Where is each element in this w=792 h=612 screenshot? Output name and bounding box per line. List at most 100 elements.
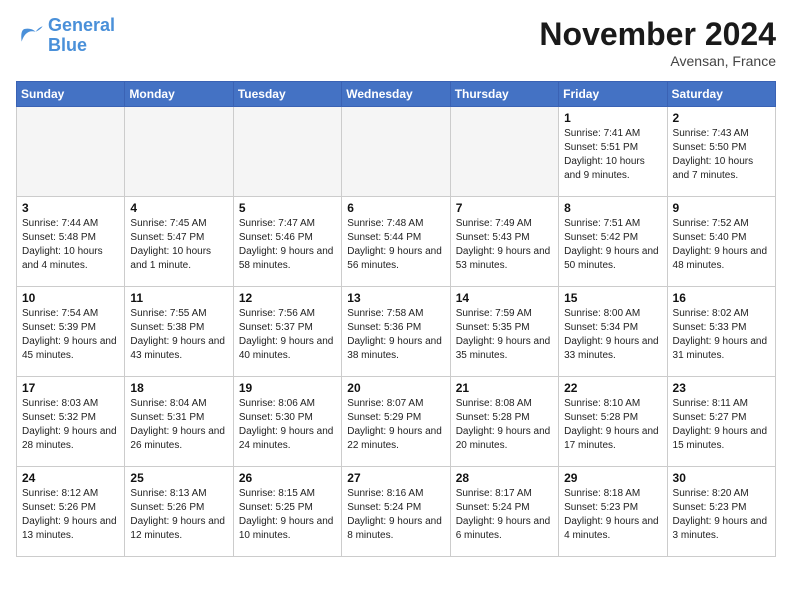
- day-number: 29: [564, 471, 661, 485]
- calendar-cell: 5 Sunrise: 7:47 AM Sunset: 5:46 PM Daylig…: [233, 197, 341, 287]
- calendar-cell: 17 Sunrise: 8:03 AM Sunset: 5:32 PM Dayli…: [17, 377, 125, 467]
- day-number: 20: [347, 381, 444, 395]
- day-info: Sunrise: 7:43 AM Sunset: 5:50 PM Dayligh…: [673, 127, 770, 183]
- logo-line2: Blue: [48, 35, 87, 55]
- calendar-week-row: 1 Sunrise: 7:41 AM Sunset: 5:51 PM Daylig…: [17, 107, 776, 197]
- day-number: 12: [239, 291, 336, 305]
- day-info: Sunrise: 8:10 AM Sunset: 5:28 PM Dayligh…: [564, 397, 661, 453]
- day-info: Sunrise: 8:11 AM Sunset: 5:27 PM Dayligh…: [673, 397, 770, 453]
- calendar-cell: 23Sunrise: 8:11 AM Sunset: 5:27 PM Dayli…: [667, 377, 775, 467]
- weekday-header-cell: Wednesday: [342, 82, 450, 107]
- day-info: Sunrise: 7:52 AM Sunset: 5:40 PM Dayligh…: [673, 217, 770, 273]
- weekday-header-cell: Saturday: [667, 82, 775, 107]
- day-number: 24: [22, 471, 119, 485]
- calendar-cell: 10 Sunrise: 7:54 AM Sunset: 5:39 PM Dayli…: [17, 287, 125, 377]
- page-header: General Blue November 2024 Avensan, Fran…: [16, 16, 776, 69]
- calendar-week-row: 3Sunrise: 7:44 AM Sunset: 5:48 PM Daylig…: [17, 197, 776, 287]
- calendar-cell: 30Sunrise: 8:20 AM Sunset: 5:23 PM Dayli…: [667, 467, 775, 557]
- day-info: Sunrise: 7:51 AM Sunset: 5:42 PM Dayligh…: [564, 217, 661, 273]
- day-number: 6: [347, 201, 444, 215]
- calendar-week-row: 24 Sunrise: 8:12 AM Sunset: 5:26 PM Dayli…: [17, 467, 776, 557]
- day-info: Sunrise: 8:16 AM Sunset: 5:24 PM Dayligh…: [347, 487, 444, 543]
- month-title: November 2024: [539, 16, 776, 53]
- calendar-body: 1 Sunrise: 7:41 AM Sunset: 5:51 PM Daylig…: [17, 107, 776, 557]
- calendar-cell: 2 Sunrise: 7:43 AM Sunset: 5:50 PM Daylig…: [667, 107, 775, 197]
- day-info: Sunrise: 7:47 AM Sunset: 5:46 PM Dayligh…: [239, 217, 336, 273]
- calendar-cell: 1 Sunrise: 7:41 AM Sunset: 5:51 PM Daylig…: [559, 107, 667, 197]
- day-info: Sunrise: 7:41 AM Sunset: 5:51 PM Dayligh…: [564, 127, 661, 183]
- day-info: Sunrise: 8:18 AM Sunset: 5:23 PM Dayligh…: [564, 487, 661, 543]
- day-info: Sunrise: 7:48 AM Sunset: 5:44 PM Dayligh…: [347, 217, 444, 273]
- day-number: 30: [673, 471, 770, 485]
- calendar-cell: 21 Sunrise: 8:08 AM Sunset: 5:28 PM Dayli…: [450, 377, 558, 467]
- logo-icon: [16, 22, 44, 50]
- day-number: 21: [456, 381, 553, 395]
- calendar-cell: [125, 107, 233, 197]
- day-number: 18: [130, 381, 227, 395]
- calendar-cell: 15 Sunrise: 8:00 AM Sunset: 5:34 PM Dayli…: [559, 287, 667, 377]
- calendar-cell: 18 Sunrise: 8:04 AM Sunset: 5:31 PM Dayli…: [125, 377, 233, 467]
- calendar-cell: 25 Sunrise: 8:13 AM Sunset: 5:26 PM Dayli…: [125, 467, 233, 557]
- calendar-week-row: 10 Sunrise: 7:54 AM Sunset: 5:39 PM Dayli…: [17, 287, 776, 377]
- calendar-cell: 8 Sunrise: 7:51 AM Sunset: 5:42 PM Daylig…: [559, 197, 667, 287]
- day-number: 19: [239, 381, 336, 395]
- day-number: 15: [564, 291, 661, 305]
- day-info: Sunrise: 8:04 AM Sunset: 5:31 PM Dayligh…: [130, 397, 227, 453]
- day-number: 3: [22, 201, 119, 215]
- day-number: 16: [673, 291, 770, 305]
- calendar-cell: 26 Sunrise: 8:15 AM Sunset: 5:25 PM Dayli…: [233, 467, 341, 557]
- calendar-cell: 29 Sunrise: 8:18 AM Sunset: 5:23 PM Dayli…: [559, 467, 667, 557]
- day-number: 11: [130, 291, 227, 305]
- weekday-header-row: SundayMondayTuesdayWednesdayThursdayFrid…: [17, 82, 776, 107]
- calendar-table: SundayMondayTuesdayWednesdayThursdayFrid…: [16, 81, 776, 557]
- day-number: 13: [347, 291, 444, 305]
- day-info: Sunrise: 7:59 AM Sunset: 5:35 PM Dayligh…: [456, 307, 553, 363]
- day-number: 25: [130, 471, 227, 485]
- day-number: 9: [673, 201, 770, 215]
- day-info: Sunrise: 8:12 AM Sunset: 5:26 PM Dayligh…: [22, 487, 119, 543]
- logo-line1: General: [48, 15, 115, 35]
- day-number: 28: [456, 471, 553, 485]
- day-number: 7: [456, 201, 553, 215]
- day-number: 4: [130, 201, 227, 215]
- day-number: 1: [564, 111, 661, 125]
- weekday-header-cell: Monday: [125, 82, 233, 107]
- calendar-cell: 13Sunrise: 7:58 AM Sunset: 5:36 PM Dayli…: [342, 287, 450, 377]
- weekday-header-cell: Friday: [559, 82, 667, 107]
- calendar-cell: 19Sunrise: 8:06 AM Sunset: 5:30 PM Dayli…: [233, 377, 341, 467]
- day-number: 27: [347, 471, 444, 485]
- calendar-cell: [450, 107, 558, 197]
- calendar-cell: 20Sunrise: 8:07 AM Sunset: 5:29 PM Dayli…: [342, 377, 450, 467]
- day-info: Sunrise: 8:00 AM Sunset: 5:34 PM Dayligh…: [564, 307, 661, 363]
- calendar-cell: 14Sunrise: 7:59 AM Sunset: 5:35 PM Dayli…: [450, 287, 558, 377]
- day-info: Sunrise: 8:08 AM Sunset: 5:28 PM Dayligh…: [456, 397, 553, 453]
- calendar-cell: 6 Sunrise: 7:48 AM Sunset: 5:44 PM Daylig…: [342, 197, 450, 287]
- calendar-cell: 24 Sunrise: 8:12 AM Sunset: 5:26 PM Dayli…: [17, 467, 125, 557]
- day-info: Sunrise: 7:49 AM Sunset: 5:43 PM Dayligh…: [456, 217, 553, 273]
- title-block: November 2024 Avensan, France: [539, 16, 776, 69]
- day-info: Sunrise: 8:13 AM Sunset: 5:26 PM Dayligh…: [130, 487, 227, 543]
- logo-text: General Blue: [48, 16, 115, 56]
- calendar-cell: 12 Sunrise: 7:56 AM Sunset: 5:37 PM Dayli…: [233, 287, 341, 377]
- calendar-cell: 28Sunrise: 8:17 AM Sunset: 5:24 PM Dayli…: [450, 467, 558, 557]
- day-info: Sunrise: 7:56 AM Sunset: 5:37 PM Dayligh…: [239, 307, 336, 363]
- day-number: 5: [239, 201, 336, 215]
- logo: General Blue: [16, 16, 115, 56]
- calendar-cell: [233, 107, 341, 197]
- day-number: 22: [564, 381, 661, 395]
- day-number: 26: [239, 471, 336, 485]
- day-info: Sunrise: 8:03 AM Sunset: 5:32 PM Dayligh…: [22, 397, 119, 453]
- calendar-cell: 27 Sunrise: 8:16 AM Sunset: 5:24 PM Dayli…: [342, 467, 450, 557]
- day-number: 17: [22, 381, 119, 395]
- day-info: Sunrise: 7:54 AM Sunset: 5:39 PM Dayligh…: [22, 307, 119, 363]
- day-info: Sunrise: 8:02 AM Sunset: 5:33 PM Dayligh…: [673, 307, 770, 363]
- day-number: 8: [564, 201, 661, 215]
- day-number: 2: [673, 111, 770, 125]
- weekday-header-cell: Thursday: [450, 82, 558, 107]
- weekday-header-cell: Tuesday: [233, 82, 341, 107]
- day-info: Sunrise: 8:15 AM Sunset: 5:25 PM Dayligh…: [239, 487, 336, 543]
- calendar-cell: 3Sunrise: 7:44 AM Sunset: 5:48 PM Daylig…: [17, 197, 125, 287]
- day-number: 10: [22, 291, 119, 305]
- calendar-cell: 7 Sunrise: 7:49 AM Sunset: 5:43 PM Daylig…: [450, 197, 558, 287]
- calendar-week-row: 17 Sunrise: 8:03 AM Sunset: 5:32 PM Dayli…: [17, 377, 776, 467]
